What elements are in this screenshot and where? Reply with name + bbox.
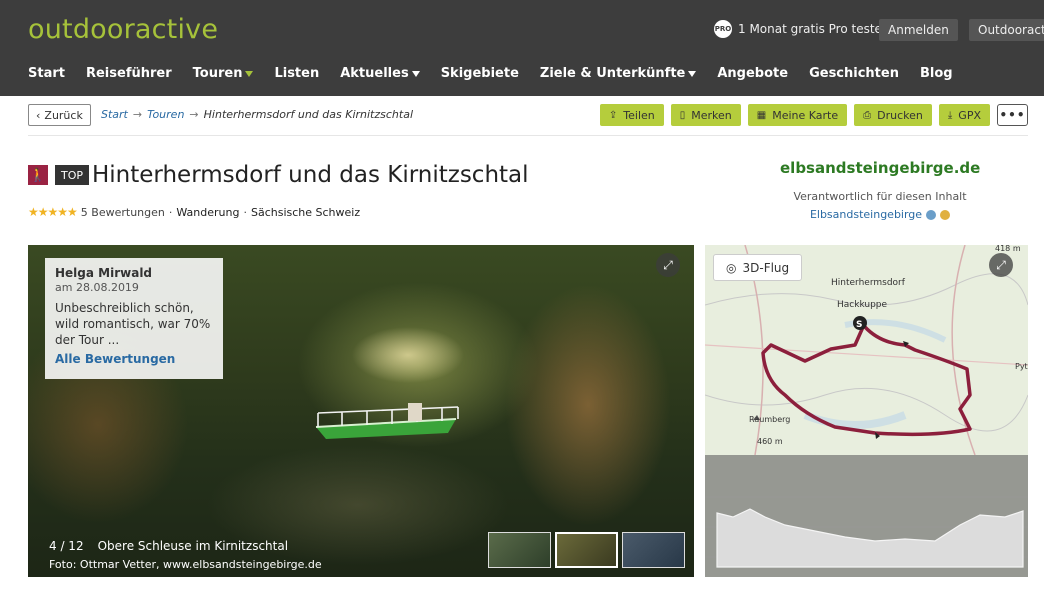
gpx-button[interactable]: ⤓ GPX bbox=[938, 104, 990, 126]
print-icon: ⎙ bbox=[863, 109, 872, 121]
map-icon: ▦ bbox=[756, 109, 767, 121]
tour-type: Wanderung bbox=[176, 205, 240, 219]
thumbnail-selected[interactable] bbox=[555, 532, 618, 568]
pro-trial-label: 1 Monat gratis Pro testen bbox=[738, 22, 890, 36]
breadcrumb-current: Hinterhermsdorf und das Kirnitzschtal bbox=[203, 108, 413, 121]
boat-illustration bbox=[315, 403, 459, 439]
arrow-right-icon: → bbox=[132, 108, 143, 121]
print-button[interactable]: ⎙ Drucken bbox=[854, 104, 932, 126]
thumbnail[interactable] bbox=[488, 532, 551, 568]
tour-region[interactable]: Sächsische Schweiz bbox=[251, 206, 360, 219]
back-button[interactable]: ‹ Zurück bbox=[28, 104, 91, 126]
outdooractive-button[interactable]: Outdooractive bbox=[969, 19, 1044, 41]
main-nav: Start Reiseführer Touren Listen Aktuelle… bbox=[28, 66, 974, 81]
map-expand-icon[interactable]: ⤢ bbox=[989, 253, 1013, 277]
breadcrumb: Start → Touren → Hinterhermsdorf und das… bbox=[101, 108, 413, 121]
verified-icon bbox=[926, 209, 937, 220]
map-label-edge: Pyt bbox=[1015, 362, 1028, 371]
thumbnail[interactable] bbox=[622, 532, 685, 568]
nav-ziele[interactable]: Ziele & Unterkünfte bbox=[540, 66, 697, 81]
nav-angebote[interactable]: Angebote bbox=[717, 66, 788, 81]
breadcrumb-start[interactable]: Start bbox=[101, 108, 128, 121]
nav-aktuelles[interactable]: Aktuelles bbox=[340, 66, 420, 81]
content-partner: elbsandsteingebirge.de Verantwortlich fü… bbox=[780, 159, 980, 221]
nav-touren[interactable]: Touren bbox=[193, 66, 254, 81]
breadcrumb-touren[interactable]: Touren bbox=[147, 108, 184, 121]
start-marker-label: S bbox=[856, 320, 862, 330]
partner-logo[interactable]: elbsandsteingebirge.de bbox=[780, 159, 980, 177]
pro-trial-link[interactable]: PRO 1 Monat gratis Pro testen bbox=[714, 20, 890, 38]
tour-map[interactable]: Hinterhermsdorf Hackkuppe Raumberg 460 m… bbox=[705, 245, 1028, 577]
partner-link[interactable]: Elbsandsteingebirge bbox=[780, 208, 980, 221]
photo-counter: 4 / 12 bbox=[49, 539, 84, 553]
nav-reisefuehrer[interactable]: Reiseführer bbox=[86, 66, 172, 81]
3d-flight-icon: ◎ bbox=[726, 260, 737, 275]
map-label-raumberg-alt: 460 m bbox=[757, 437, 783, 446]
chevron-down-icon bbox=[245, 70, 254, 77]
page-title: Hinterhermsdorf und das Kirnitzschtal bbox=[92, 162, 529, 188]
photo-title: Obere Schleuse im Kirnitzschtal bbox=[97, 539, 289, 553]
nav-listen[interactable]: Listen bbox=[274, 66, 319, 81]
arrow-right-icon: → bbox=[189, 108, 199, 121]
top-badge: TOP bbox=[55, 165, 90, 185]
review-text: Unbeschreiblich schön, wild romantisch, … bbox=[55, 301, 211, 347]
photo-gallery[interactable]: Helga Mirwald am 28.08.2019 Unbeschreibl… bbox=[28, 245, 694, 577]
tour-meta: ★★★★★ 5 Bewertungen · Wanderung · Sächsi… bbox=[28, 205, 361, 219]
top-header: outdooractive PRO 1 Monat gratis Pro tes… bbox=[0, 0, 1044, 96]
map-label-town: Hinterhermsdorf bbox=[831, 278, 906, 288]
thumbnail-strip bbox=[488, 532, 685, 568]
pro-shield-icon: PRO bbox=[714, 20, 732, 38]
review-date: am 28.08.2019 bbox=[55, 281, 139, 294]
page-toolbar: ‹ Zurück Start → Touren → Hinterhermsdor… bbox=[28, 104, 1028, 126]
divider bbox=[28, 135, 1028, 136]
photo-credit: Foto: Ottmar Vetter, www.elbsandsteingeb… bbox=[49, 558, 322, 571]
review-author: Helga Mirwald bbox=[55, 266, 153, 280]
all-reviews-link[interactable]: Alle Bewertungen bbox=[55, 352, 213, 366]
chevron-down-icon bbox=[411, 70, 420, 77]
more-menu-button[interactable]: ••• bbox=[997, 104, 1028, 126]
ratings-count[interactable]: 5 Bewertungen bbox=[81, 206, 165, 219]
chevron-left-icon: ‹ bbox=[36, 108, 41, 122]
bookmark-button[interactable]: ▯ Merken bbox=[670, 104, 741, 126]
download-icon: ⤓ bbox=[947, 109, 953, 121]
elevation-profile[interactable] bbox=[705, 455, 1028, 577]
3d-flight-button[interactable]: ◎ 3D-Flug bbox=[713, 254, 803, 281]
rating-stars-icon[interactable]: ★★★★★ bbox=[28, 205, 78, 219]
bookmark-icon: ▯ bbox=[679, 109, 686, 121]
map-label-raumberg: Raumberg bbox=[749, 415, 790, 424]
chevron-down-icon bbox=[688, 70, 697, 77]
login-button[interactable]: Anmelden bbox=[879, 19, 958, 41]
hiking-icon: 🚶 bbox=[28, 165, 48, 185]
award-icon bbox=[940, 209, 951, 220]
nav-geschichten[interactable]: Geschichten bbox=[809, 66, 899, 81]
expand-icon[interactable]: ⤢ bbox=[656, 253, 680, 277]
map-label-altitude: 418 m bbox=[995, 245, 1021, 253]
outdooractive-logo[interactable]: outdooractive bbox=[28, 14, 218, 45]
photo-caption: 4 / 12 Obere Schleuse im Kirnitzschtal F… bbox=[49, 539, 322, 571]
partner-responsible-label: Verantwortlich für diesen Inhalt bbox=[793, 190, 967, 203]
review-card: Helga Mirwald am 28.08.2019 Unbeschreibl… bbox=[45, 258, 223, 379]
nav-skigebiete[interactable]: Skigebiete bbox=[441, 66, 519, 81]
map-label-peak: Hackkuppe bbox=[837, 300, 888, 310]
elevation-chart bbox=[705, 496, 1028, 568]
nav-start[interactable]: Start bbox=[28, 66, 65, 81]
action-buttons: ⇪ Teilen ▯ Merken ▦ Meine Karte ⎙ Drucken ⤓ G… bbox=[599, 104, 1028, 126]
share-button[interactable]: ⇪ Teilen bbox=[599, 104, 664, 126]
nav-blog[interactable]: Blog bbox=[920, 66, 953, 81]
my-map-button[interactable]: ▦ Meine Karte bbox=[747, 104, 848, 126]
share-icon: ⇪ bbox=[608, 109, 618, 121]
